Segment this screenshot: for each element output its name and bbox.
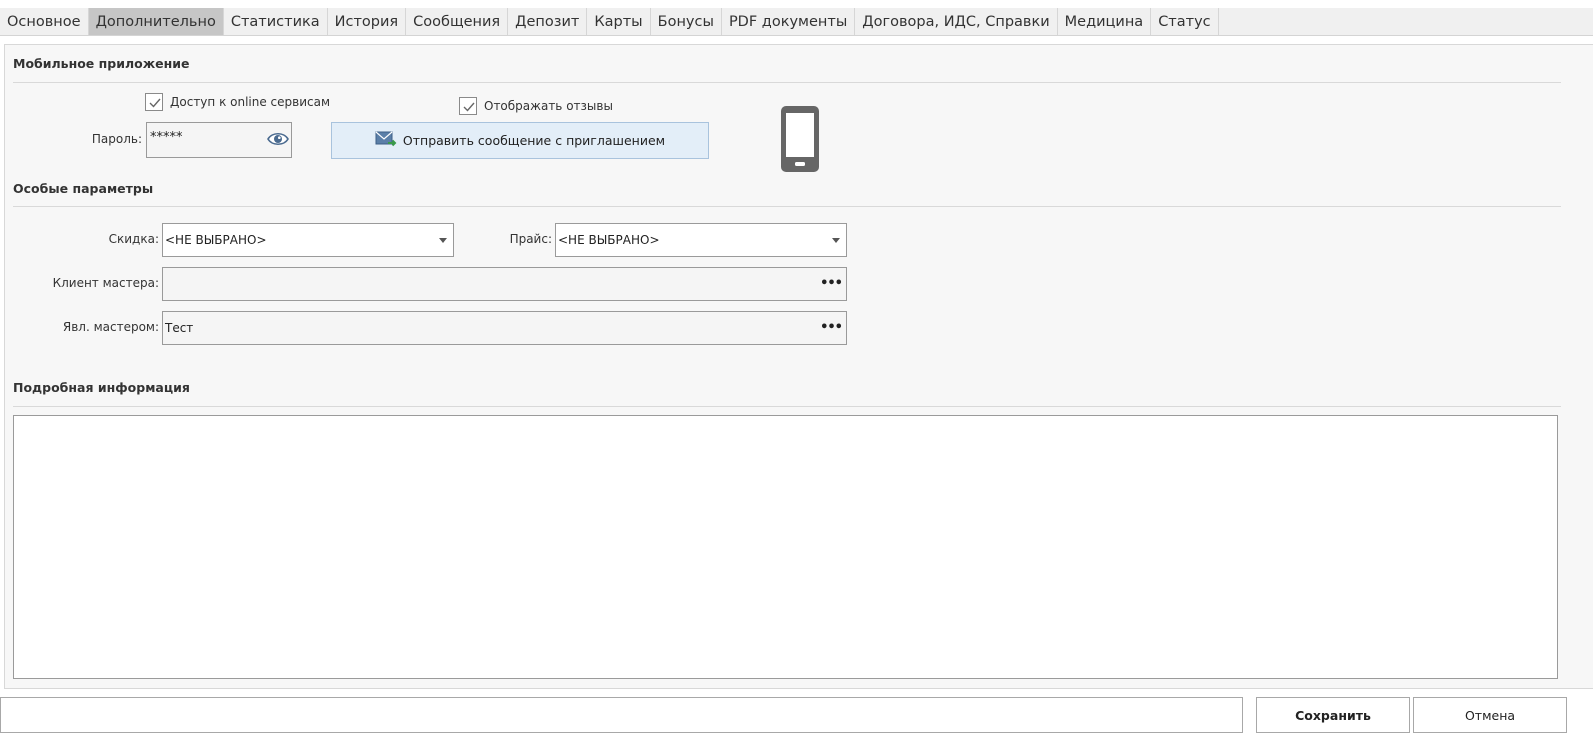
ellipsis-icon[interactable]: •••	[820, 321, 843, 334]
price-select[interactable]: <НЕ ВЫБРАНО>	[555, 223, 847, 257]
send-invite-label: Отправить сообщение с приглашением	[402, 133, 666, 148]
check-icon	[463, 102, 475, 112]
status-field	[0, 697, 1243, 733]
password-label: Пароль:	[91, 132, 142, 146]
tab-5[interactable]: Депозит	[508, 8, 588, 35]
tab-4[interactable]: Сообщения	[406, 8, 509, 35]
cancel-button[interactable]: Отмена	[1413, 697, 1567, 733]
ellipsis-icon[interactable]: •••	[820, 277, 843, 290]
tab-0[interactable]: Основное	[0, 8, 89, 35]
tab-2[interactable]: Статистика	[224, 8, 328, 35]
password-field[interactable]: *****	[146, 122, 292, 158]
section-title-special: Особые параметры	[13, 181, 154, 196]
chevron-down-icon[interactable]	[439, 238, 447, 243]
tab-1[interactable]: Дополнительно	[88, 8, 224, 35]
check-icon	[149, 98, 161, 108]
section-divider	[13, 406, 1561, 407]
mail-send-icon	[375, 130, 397, 151]
details-textarea[interactable]	[13, 415, 1558, 679]
tab-bar: Основное Дополнительно Статистика История Со…	[0, 8, 1593, 36]
additional-panel: Мобильное приложение Доступ к online сер…	[4, 44, 1593, 689]
tab-9[interactable]: Договора, ИДС, Справки	[855, 8, 1058, 35]
show-reviews-checkbox[interactable]	[459, 97, 477, 115]
master-client-label: Клиент мастера:	[52, 276, 159, 290]
discount-select[interactable]: <НЕ ВЫБРАНО>	[162, 223, 454, 257]
discount-value: <НЕ ВЫБРАНО>	[165, 233, 267, 247]
password-value: *****	[150, 130, 183, 145]
is-master-field[interactable]: Тест •••	[162, 311, 847, 345]
chevron-down-icon[interactable]	[832, 238, 840, 243]
send-invite-button[interactable]: Отправить сообщение с приглашением	[331, 122, 709, 159]
tab-3[interactable]: История	[328, 8, 407, 35]
price-value: <НЕ ВЫБРАНО>	[558, 233, 660, 247]
tab-10[interactable]: Медицина	[1058, 8, 1152, 35]
tab-11[interactable]: Статус	[1151, 8, 1219, 35]
master-client-field[interactable]: •••	[162, 267, 847, 301]
section-divider	[13, 206, 1561, 207]
eye-icon[interactable]	[267, 130, 289, 151]
is-master-label: Явл. мастером:	[62, 320, 159, 334]
mobile-phone-icon	[780, 105, 820, 176]
online-access-label: Доступ к online сервисам	[170, 95, 331, 109]
tab-6[interactable]: Карты	[587, 8, 651, 35]
section-title-mobile: Мобильное приложение	[13, 56, 190, 71]
section-divider	[13, 82, 1561, 83]
save-button[interactable]: Сохранить	[1256, 697, 1410, 733]
is-master-value: Тест	[165, 321, 194, 335]
tab-8[interactable]: PDF документы	[722, 8, 856, 35]
price-label: Прайс:	[509, 232, 552, 246]
discount-label: Скидка:	[108, 232, 159, 246]
online-access-checkbox[interactable]	[145, 93, 163, 111]
show-reviews-label: Отображать отзывы	[484, 99, 613, 113]
tab-7[interactable]: Бонусы	[651, 8, 722, 35]
section-title-details: Подробная информация	[13, 380, 190, 395]
